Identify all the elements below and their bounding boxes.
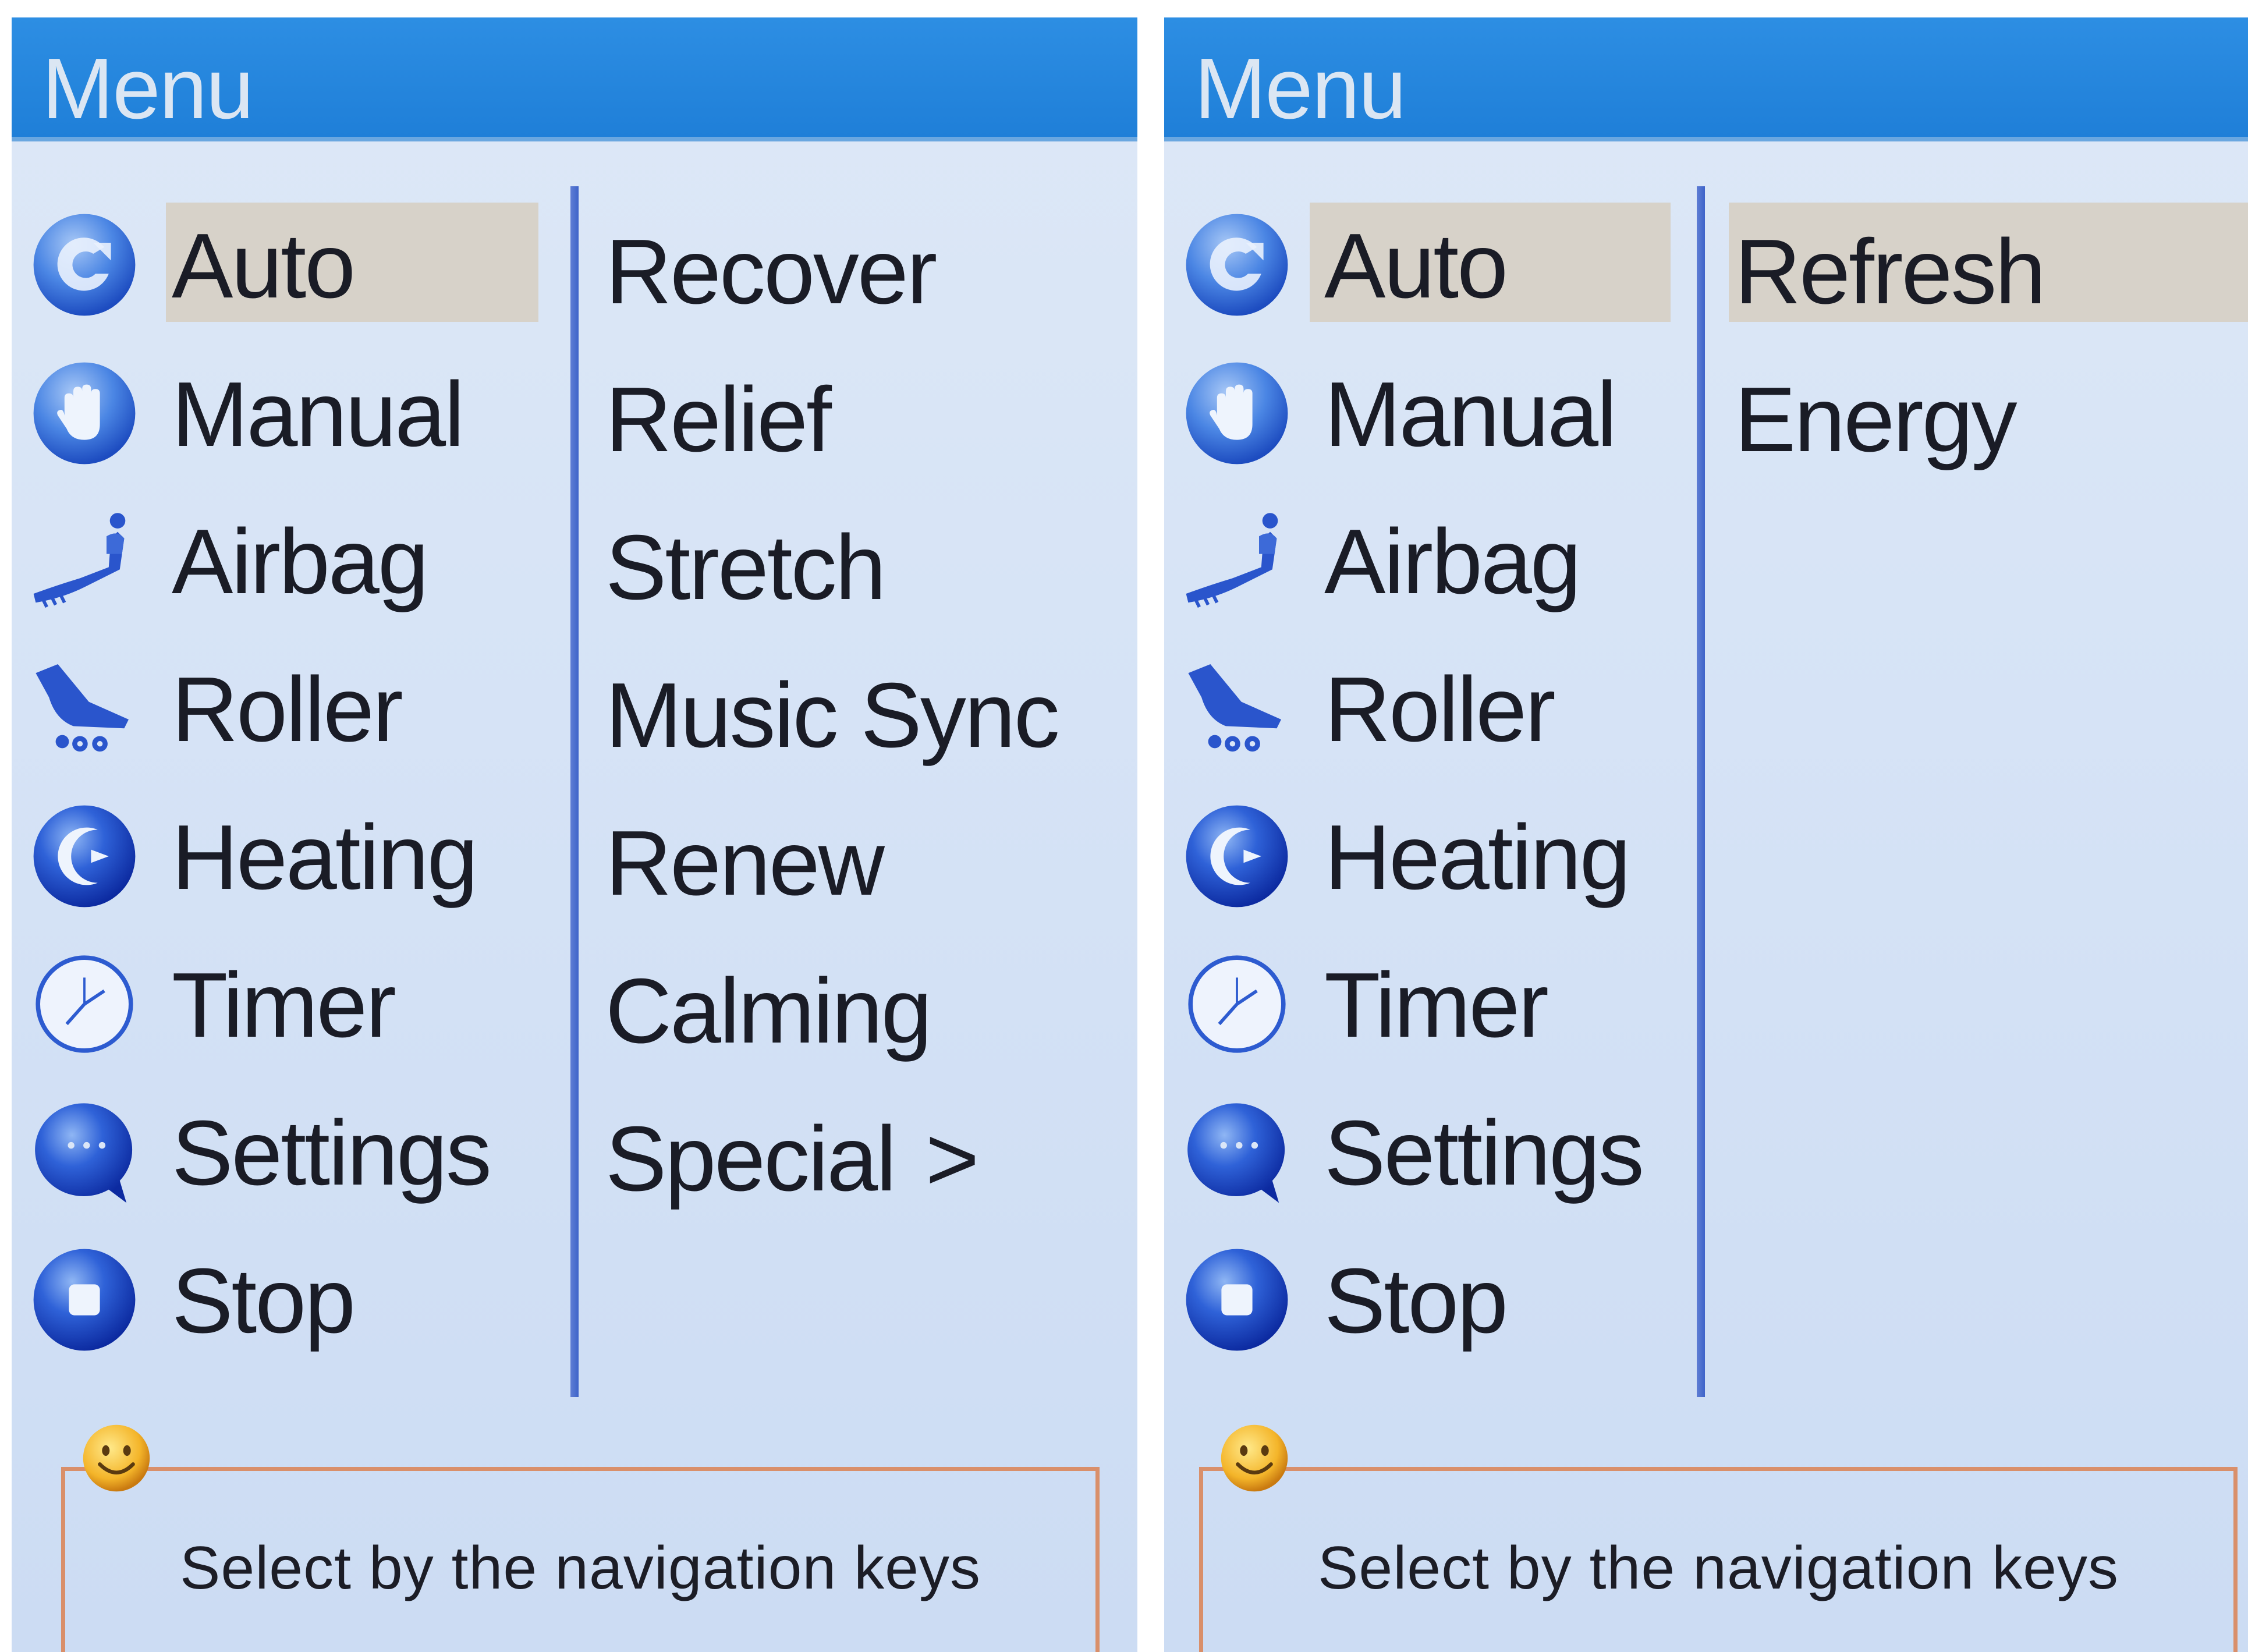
menu-item-airbag[interactable]: Airbag [12, 494, 570, 622]
auto-icon [33, 214, 136, 316]
menu-item-label: Roller [1324, 658, 1556, 761]
menu-screen-left: Menu Auto Manual Airbag Roller Heating T… [12, 0, 1137, 1652]
title-bar: Menu [1164, 17, 2248, 141]
hint-box: Select by the navigation keys [61, 1467, 1100, 1652]
menu-item-heating[interactable]: Heating [1164, 789, 1723, 917]
hint-text: Select by the navigation keys [1317, 1534, 2119, 1602]
title-bar: Menu [12, 17, 1137, 141]
submenu-item-relief[interactable]: Relief [605, 374, 832, 466]
hint-text: Select by the navigation keys [179, 1534, 981, 1602]
menu-item-label: Roller [172, 658, 403, 761]
clock-icon [1188, 955, 1286, 1053]
screen-background: Menu Auto Manual Airbag Roller Heating T… [12, 17, 1137, 1652]
smiley-icon [1221, 1424, 1288, 1492]
submenu-item-energy[interactable]: Energy [1735, 374, 2017, 466]
menu-item-label: Timer [1324, 954, 1549, 1057]
menu-item-settings[interactable]: Settings [12, 1085, 570, 1213]
submenu-item-renew[interactable]: Renew [605, 817, 885, 909]
menu-item-label: Airbag [1324, 511, 1582, 613]
heating-icon [33, 805, 136, 907]
menu-item-timer[interactable]: Timer [1164, 937, 1723, 1065]
menu-item-label: Auto [1324, 215, 1508, 317]
stop-icon [33, 1249, 136, 1351]
menu-title: Menu [42, 41, 254, 137]
menu-item-label: Stop [172, 1250, 356, 1352]
menu-screen-right: Menu Auto Manual Airbag Roller Heating T… [1164, 0, 2248, 1652]
roller-icon [36, 664, 129, 752]
submenu-item-special[interactable]: Special [605, 1113, 896, 1205]
menu-item-manual[interactable]: Manual [1164, 346, 1723, 474]
menu-item-stop[interactable]: Stop [1164, 1233, 1723, 1361]
chevron-right-icon: > [926, 1108, 979, 1210]
chat-bubble-icon [35, 1103, 133, 1203]
menu-item-label: Manual [172, 363, 465, 466]
hand-icon [1186, 362, 1288, 465]
chat-bubble-icon [1187, 1103, 1285, 1203]
menu-item-roller[interactable]: Roller [1164, 641, 1723, 770]
roller-icon [1188, 664, 1281, 752]
stop-icon [1186, 1249, 1288, 1351]
submenu-item-stretch[interactable]: Stretch [605, 522, 887, 614]
menu-item-auto[interactable]: Auto [1164, 198, 1723, 326]
airbag-icon [33, 513, 126, 608]
submenu-item-recover[interactable]: Recover [605, 226, 937, 318]
smiley-icon [83, 1424, 150, 1492]
menu-item-roller[interactable]: Roller [12, 641, 570, 770]
menu-item-stop[interactable]: Stop [12, 1233, 570, 1361]
menu-item-label: Heating [1324, 806, 1631, 909]
menu-title: Menu [1194, 41, 1406, 137]
menu-item-label: Airbag [172, 511, 429, 613]
airbag-icon [1186, 513, 1278, 608]
menu-item-settings[interactable]: Settings [1164, 1085, 1723, 1213]
hand-icon [33, 362, 136, 465]
menu-item-label: Manual [1324, 363, 1617, 466]
submenu-item-music-sync[interactable]: Music Sync [605, 669, 1060, 761]
menu-item-label: Settings [1324, 1102, 1644, 1204]
menu-item-label: Auto [172, 215, 356, 317]
screen-background: Menu Auto Manual Airbag Roller Heating T… [1164, 17, 2248, 1652]
submenu-item-calming[interactable]: Calming [605, 965, 932, 1057]
column-divider [1697, 186, 1705, 1397]
menu-item-label: Settings [172, 1102, 492, 1204]
menu-item-heating[interactable]: Heating [12, 789, 570, 917]
menu-item-label: Heating [172, 806, 478, 909]
menu-item-manual[interactable]: Manual [12, 346, 570, 474]
menu-item-timer[interactable]: Timer [12, 937, 570, 1065]
column-divider [570, 186, 579, 1397]
auto-icon [1186, 214, 1288, 316]
heating-icon [1186, 805, 1288, 907]
hint-box: Select by the navigation keys [1199, 1467, 2238, 1652]
menu-item-label: Stop [1324, 1250, 1508, 1352]
menu-item-label: Timer [172, 954, 396, 1057]
menu-item-auto[interactable]: Auto [12, 198, 570, 326]
menu-item-airbag[interactable]: Airbag [1164, 494, 1723, 622]
clock-icon [36, 955, 133, 1053]
submenu-item-refresh[interactable]: Refresh [1735, 226, 2046, 318]
